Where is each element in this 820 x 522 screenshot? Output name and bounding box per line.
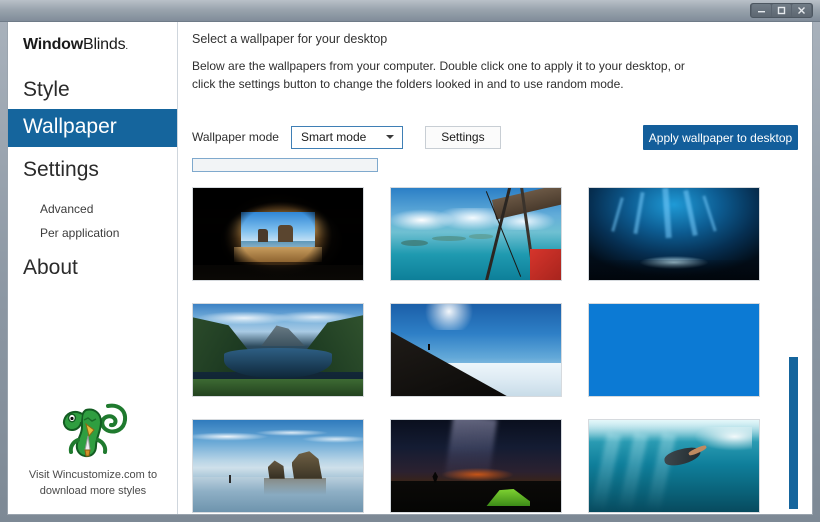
sidebar-item-about[interactable]: About — [8, 250, 177, 287]
sidebar-nav: Style Wallpaper Settings Advanced Per ap… — [8, 72, 177, 287]
wallpaper-milky-way-green-tent[interactable] — [390, 419, 562, 513]
client-area: WindowBlinds. Style Wallpaper Settings A… — [7, 22, 813, 515]
thumbnail-image — [193, 304, 363, 396]
promo-line-2: download more styles — [39, 485, 147, 498]
app-logo: WindowBlinds. — [8, 22, 177, 54]
thumbnail-image — [391, 188, 561, 280]
thumbnail-image — [391, 304, 561, 396]
thumbnail-image — [193, 420, 363, 512]
sidebar-item-advanced[interactable]: Advanced — [8, 197, 177, 221]
window-frame: WindowBlinds. Style Wallpaper Settings A… — [0, 0, 820, 522]
chevron-down-icon — [385, 135, 394, 139]
lizard-mascot-icon — [62, 403, 128, 458]
wallpaper-gallery — [178, 158, 812, 514]
wallpaper-mode-select[interactable]: Smart mode — [290, 125, 403, 149]
wallpaper-wharariki-beach-stacks[interactable] — [192, 419, 364, 513]
gallery-scrollbar-thumb[interactable] — [789, 357, 798, 509]
page-description: Below are the wallpapers from your compu… — [192, 59, 685, 91]
sidebar-item-wallpaper[interactable]: Wallpaper — [8, 109, 177, 147]
thumbnail-image — [391, 420, 561, 512]
wallpaper-ridge-above-clouds[interactable] — [390, 303, 562, 397]
thumbnail-grid — [192, 187, 760, 513]
settings-button[interactable]: Settings — [424, 125, 501, 149]
thumbnail-image — [589, 304, 759, 396]
window-controls — [750, 3, 813, 18]
wallpaper-mode-value: Smart mode — [300, 130, 367, 144]
sidebar-item-style[interactable]: Style — [8, 72, 177, 109]
maximize-icon[interactable] — [772, 4, 791, 17]
title-bar[interactable] — [0, 0, 820, 22]
brand-light: Blinds — [82, 36, 126, 53]
promo-line-1: Visit Wincustomize.com to — [28, 469, 158, 482]
thumbnail-image — [589, 420, 759, 512]
promo-block[interactable]: Visit Wincustomize.com to download more … — [8, 400, 178, 500]
wallpaper-fjord-lake-reflection[interactable] — [192, 303, 364, 397]
sidebar: WindowBlinds. Style Wallpaper Settings A… — [8, 22, 178, 514]
promo-caption: Visit Wincustomize.com to download more … — [8, 468, 178, 500]
main-panel: Select a wallpaper for your desktop Belo… — [178, 22, 812, 514]
close-icon[interactable] — [792, 4, 811, 17]
wallpaper-mode-label: Wallpaper mode — [192, 130, 279, 144]
wallpaper-blue-ice-cave[interactable] — [588, 187, 760, 281]
thumbnail-image — [589, 188, 759, 280]
sidebar-item-per-application[interactable]: Per application — [8, 221, 177, 245]
wallpaper-underwater-swimmer[interactable] — [588, 419, 760, 513]
sidebar-item-settings[interactable]: Settings — [8, 152, 177, 189]
apply-wallpaper-button[interactable]: Apply wallpaper to desktop — [643, 125, 798, 150]
minimize-icon[interactable] — [752, 4, 771, 17]
brand-bold: Window — [23, 36, 83, 53]
wallpaper-biplane-tropical-islands[interactable] — [390, 187, 562, 281]
scrolled-off-row[interactable] — [192, 158, 378, 172]
wallpaper-cave-beach-arch[interactable] — [192, 187, 364, 281]
page-title: Select a wallpaper for your desktop — [192, 32, 388, 46]
thumbnail-image — [193, 188, 363, 280]
wallpaper-solid-blue[interactable] — [588, 303, 760, 397]
brand-mark: . — [125, 41, 128, 52]
toolbar: Wallpaper mode Smart mode Settings Apply… — [192, 125, 798, 150]
